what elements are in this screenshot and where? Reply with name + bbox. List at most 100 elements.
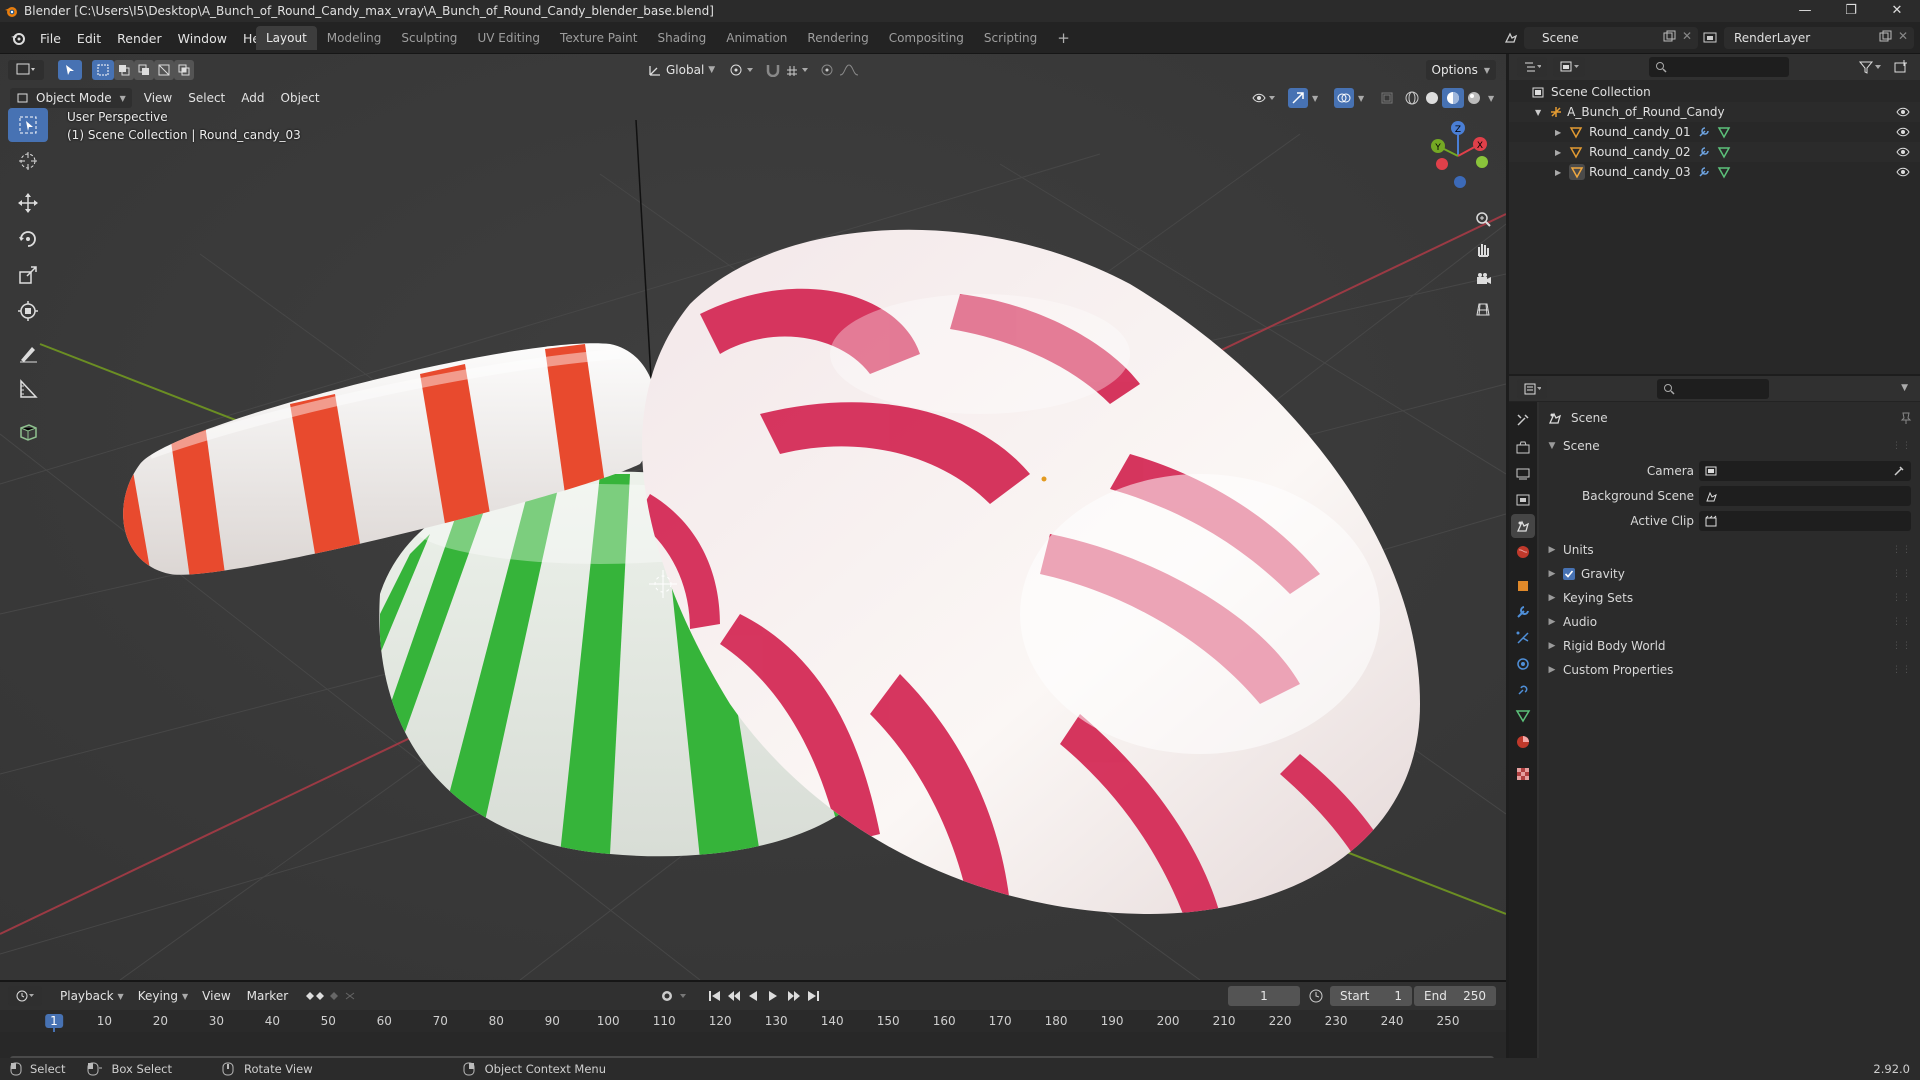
rotate-icon[interactable] [8, 222, 48, 256]
expand-toggle-icon[interactable]: ▶ [1555, 168, 1561, 177]
xray-toggle-icon[interactable] [1380, 91, 1394, 105]
active-clip-field[interactable] [1699, 511, 1911, 531]
view-layer-properties-tab-icon[interactable] [1511, 488, 1535, 512]
gizmo-toggle-icon[interactable] [1288, 88, 1308, 108]
render-properties-tab-icon[interactable] [1511, 436, 1535, 460]
pin-icon[interactable] [1900, 411, 1912, 425]
scale-icon[interactable] [8, 258, 48, 292]
viewport-menu-view[interactable]: View [136, 91, 180, 105]
display-mode-icon[interactable] [1553, 57, 1585, 77]
selection-mode-extend-icon[interactable] [114, 60, 134, 80]
transform-orientation-dropdown[interactable]: Global [662, 63, 708, 77]
start-frame-field[interactable]: Start 1 [1330, 986, 1412, 1006]
overlays-toggle-icon[interactable] [1334, 88, 1354, 108]
shading-rendered-icon[interactable] [1466, 90, 1482, 106]
duplicate-scene-icon[interactable] [1662, 30, 1676, 47]
tab-animation[interactable]: Animation [716, 26, 797, 50]
current-frame-field[interactable]: 1 [1228, 986, 1300, 1006]
timeline-menu-playback[interactable]: Playback [52, 989, 122, 1003]
ortho-toggle-icon[interactable] [1468, 294, 1498, 324]
physics-properties-tab-icon[interactable] [1511, 652, 1535, 676]
viewport-menu-select[interactable]: Select [180, 91, 233, 105]
visibility-selectable-icon[interactable] [1252, 91, 1278, 105]
expand-toggle-icon[interactable]: ▶ [1555, 128, 1561, 137]
transform-orientation-icon[interactable] [648, 63, 662, 77]
play-reverse-icon[interactable] [746, 989, 760, 1003]
tool-properties-tab-icon[interactable] [1511, 408, 1535, 432]
record-button-icon[interactable] [660, 989, 690, 1003]
drag-handle-icon[interactable]: ⋮⋮ [1892, 665, 1912, 675]
filter-icon[interactable] [1859, 60, 1883, 74]
jump-end-icon[interactable] [806, 989, 820, 1003]
blender-menu-icon[interactable] [10, 30, 26, 46]
audio-panel-header[interactable]: ▶ Audio ⋮⋮ [1539, 610, 1920, 634]
camera-view-icon[interactable] [1468, 264, 1498, 294]
delete-scene-icon[interactable]: ✕ [1682, 29, 1692, 43]
transform-icon[interactable] [8, 294, 48, 328]
3d-viewport[interactable]: Global ▼ Options ▼ Object Mode ▼ View Se… [0, 54, 1506, 980]
world-properties-tab-icon[interactable] [1511, 540, 1535, 564]
view-layer-selector[interactable]: RenderLayer ✕ [1724, 27, 1914, 49]
drag-handle-icon[interactable]: ⋮⋮ [1892, 617, 1912, 627]
timeline-ruler[interactable]: 1 10 20 30 40 50 60 70 80 90 100 110 120 130 140 150 160… [0, 1010, 1506, 1068]
scene-selector[interactable]: Scene ✕ [1524, 27, 1698, 49]
mesh-data-icon[interactable] [1717, 165, 1731, 179]
pivot-point-icon[interactable] [729, 63, 755, 77]
end-frame-field[interactable]: End 250 [1414, 986, 1496, 1006]
visibility-eye-icon[interactable] [1896, 106, 1910, 118]
scene-name[interactable]: Scene [1542, 31, 1579, 45]
tab-texture-paint[interactable]: Texture Paint [550, 26, 647, 50]
menu-edit[interactable]: Edit [69, 31, 109, 46]
constraints-properties-tab-icon[interactable] [1511, 678, 1535, 702]
tab-modeling[interactable]: Modeling [317, 26, 392, 50]
timeline-editor-type-icon[interactable] [8, 986, 42, 1006]
tab-uv-editing[interactable]: UV Editing [467, 26, 550, 50]
tab-shading[interactable]: Shading [647, 26, 716, 50]
visibility-eye-icon[interactable] [1896, 126, 1910, 138]
viewport-menu-add[interactable]: Add [233, 91, 272, 105]
tab-sculpting[interactable]: Sculpting [391, 26, 467, 50]
outliner-search-input[interactable] [1649, 57, 1789, 77]
view-layer-name[interactable]: RenderLayer [1734, 31, 1810, 45]
zoom-icon[interactable] [1468, 204, 1498, 234]
measure-icon[interactable] [8, 372, 48, 406]
properties-search-input[interactable] [1657, 379, 1769, 399]
add-cube-icon[interactable] [8, 414, 48, 448]
material-properties-tab-icon[interactable] [1511, 730, 1535, 754]
gravity-checkbox[interactable] [1563, 568, 1575, 580]
view-layer-icon[interactable] [1700, 28, 1722, 48]
scene-type-icon[interactable] [1500, 28, 1522, 48]
data-properties-tab-icon[interactable] [1511, 704, 1535, 728]
camera-field[interactable] [1699, 461, 1911, 481]
outliner-collection-row[interactable]: ▼ A_Bunch_of_Round_Candy [1509, 102, 1920, 122]
expand-toggle-icon[interactable]: ▼ [1535, 108, 1541, 117]
jump-start-icon[interactable] [708, 989, 722, 1003]
visibility-eye-icon[interactable] [1896, 146, 1910, 158]
delete-view-layer-icon[interactable]: ✕ [1898, 29, 1908, 43]
drag-handle-icon[interactable]: ⋮⋮ [1892, 545, 1912, 555]
drag-handle-icon[interactable]: ⋮⋮ [1892, 441, 1912, 451]
editor-type-icon[interactable] [8, 60, 44, 80]
modifier-wrench-icon[interactable] [1697, 165, 1711, 179]
cursor-icon[interactable] [8, 144, 48, 178]
select-tool-mode-icon[interactable] [58, 60, 82, 80]
timeline-menu-view[interactable]: View [194, 989, 238, 1003]
selection-mode-new-icon[interactable] [92, 60, 114, 80]
timeline-menu-marker[interactable]: Marker [239, 989, 296, 1003]
modifier-wrench-icon[interactable] [1697, 145, 1711, 159]
modifier-properties-tab-icon[interactable] [1511, 600, 1535, 624]
chevron-down-icon[interactable]: ▼ [708, 65, 715, 75]
selection-mode-intersect-icon[interactable] [174, 60, 194, 80]
tab-scripting[interactable]: Scripting [974, 26, 1047, 50]
gravity-panel-header[interactable]: ▶ Gravity ⋮⋮ [1539, 562, 1920, 586]
maximize-button[interactable]: ❐ [1828, 0, 1874, 22]
options-dropdown[interactable]: Options ▼ [1425, 60, 1496, 80]
scene-panel-header[interactable]: ▼ Scene ⋮⋮ [1539, 434, 1920, 458]
outliner-object-row-selected[interactable]: ▶ Round_candy_03 [1509, 162, 1920, 182]
menu-render[interactable]: Render [109, 31, 170, 46]
texture-properties-tab-icon[interactable] [1511, 762, 1535, 786]
drag-handle-icon[interactable]: ⋮⋮ [1892, 641, 1912, 651]
outliner-object-row[interactable]: ▶ Round_candy_02 [1509, 142, 1920, 162]
tab-rendering[interactable]: Rendering [797, 26, 878, 50]
tab-layout[interactable]: Layout [256, 26, 317, 50]
